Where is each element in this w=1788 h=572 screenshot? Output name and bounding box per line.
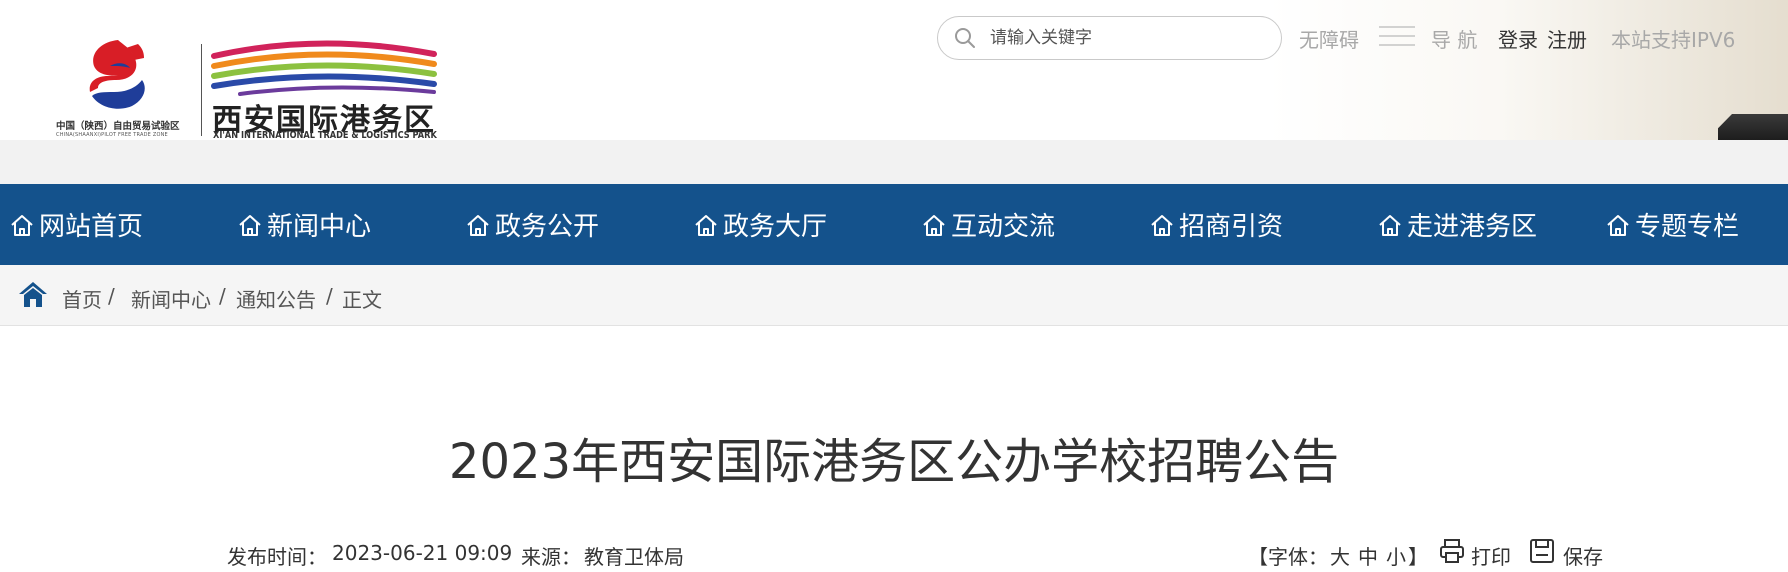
banner-ship-graphic [1718,114,1788,140]
breadcrumb-separator: / [108,284,115,308]
nav-item-government-affairs[interactable]: 政务公开 [465,184,599,265]
header-banner-image [1268,0,1788,140]
nav-item-home[interactable]: 网站首页 [9,184,143,265]
save-icon[interactable] [1528,537,1556,565]
nav-item-label: 政务公开 [495,212,600,242]
register-link[interactable]: 注册 [1547,24,1587,53]
article-source: 教育卫体局 [584,545,684,569]
nav-item-label: 专题专栏 [1635,212,1740,242]
nav-item-news[interactable]: 新闻中心 [237,184,371,265]
logo-zone-cn: 中国（陕西）自由贸易试验区 [56,121,180,132]
site-header: 中国（陕西）自由贸易试验区 CHINA(SHAANXI)PILOT FREE T… [0,0,1788,141]
nav-item-label: 走进港务区 [1407,212,1538,242]
font-size-small[interactable]: 小 [1386,541,1406,570]
house-icon [923,214,945,236]
font-size-label: 【字体： [1248,545,1328,569]
breadcrumb-separator: / [326,284,333,308]
save-button[interactable]: 保存 [1563,541,1603,570]
breadcrumb-home[interactable]: 首页 [62,284,102,313]
nav-item-label: 政务大厅 [723,212,828,242]
publish-time-label: 发布时间： [227,545,327,569]
house-icon [467,214,489,236]
search-input[interactable] [990,28,1260,48]
printer-icon[interactable] [1438,537,1466,565]
logo-rainbow-arcs-icon [211,40,437,96]
breadcrumb-current: 正文 [342,288,382,312]
logo-divider [201,44,202,136]
font-size-medium[interactable]: 中 [1358,541,1378,570]
header-bottom-band [0,140,1788,184]
menu-lines-icon[interactable] [1379,25,1415,47]
nav-item-label: 互动交流 [951,212,1056,242]
logo-zone-en: CHINA(SHAANXI)PILOT FREE TRADE ZONE [56,132,168,138]
house-icon [1151,214,1173,236]
nav-item-label: 招商引资 [1179,212,1284,242]
source-label: 来源： [521,545,581,569]
search-icon[interactable] [954,27,976,49]
logo-emblem-icon [89,40,145,109]
house-icon [695,214,717,236]
nav-item-label: 网站首页 [39,212,144,242]
nav-item-label: 新闻中心 [267,212,372,242]
site-navigation-link[interactable]: 导 航 [1431,24,1477,53]
font-size-close: 】 [1408,545,1428,569]
print-button[interactable]: 打印 [1471,541,1511,570]
nav-item-special-topics[interactable]: 专题专栏 [1605,184,1739,265]
house-icon [1379,214,1401,236]
house-icon [11,214,33,236]
house-icon [1607,214,1629,236]
main-nav: 网站首页 新闻中心 政务公开 政务大厅 互动交流 招商引资 走进港务区 专题专栏 [0,184,1788,265]
nav-item-service-hall[interactable]: 政务大厅 [693,184,827,265]
publish-time: 2023-06-21 09:09 [332,541,513,565]
house-icon [239,214,261,236]
login-link[interactable]: 登录 [1498,24,1538,53]
nav-item-about-park[interactable]: 走进港务区 [1377,184,1537,265]
breadcrumb-news[interactable]: 新闻中心 [131,284,211,313]
search-box[interactable] [937,16,1282,60]
nav-item-investment[interactable]: 招商引资 [1149,184,1283,265]
accessibility-link[interactable]: 无障碍 [1299,24,1359,53]
breadcrumb-notices[interactable]: 通知公告 [236,284,316,313]
site-logo[interactable]: 中国（陕西）自由贸易试验区 CHINA(SHAANXI)PILOT FREE T… [56,36,446,141]
nav-item-interaction[interactable]: 互动交流 [921,184,1055,265]
home-icon[interactable] [17,279,49,309]
font-size-large[interactable]: 大 [1330,541,1350,570]
ipv6-notice: 本站支持IPV6 [1611,28,1736,52]
breadcrumb: 首页 / 新闻中心 / 通知公告 / 正文 [0,265,1788,326]
breadcrumb-separator: / [219,284,226,308]
article-title: 2023年西安国际港务区公办学校招聘公告 [448,434,1340,490]
